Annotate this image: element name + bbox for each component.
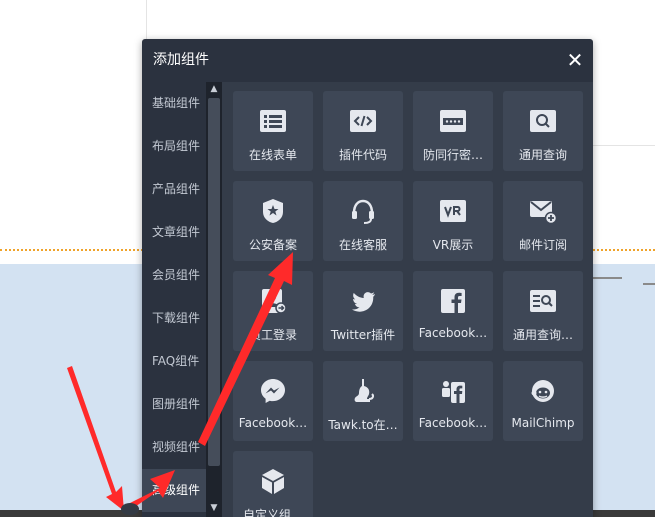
widget-general-query-list[interactable]: 通用查询…: [503, 271, 583, 351]
widget-label: 邮件订阅: [518, 238, 567, 252]
widget-label: Twitter插件: [330, 328, 396, 342]
widget-label: Facebook…: [418, 416, 488, 430]
widget-label: 公安备案: [248, 238, 297, 252]
sidebar-item-basic[interactable]: 基础组件: [142, 82, 206, 125]
close-button[interactable]: ✕: [565, 49, 585, 71]
messenger-icon: [261, 379, 285, 403]
widget-mail-subscribe[interactable]: 邮件订阅: [503, 181, 583, 261]
widget-label: 通用查询…: [512, 328, 573, 342]
widget-facebook-messenger[interactable]: Facebook…: [233, 361, 313, 441]
widget-custom[interactable]: 自定义组…: [233, 451, 313, 517]
widget-label: 员工登录: [248, 328, 297, 342]
widget-grid: 在线表单 插件代码 防同行密… 通用查询 公安备案 在线客服 VR展示 邮件订阅…: [222, 82, 593, 517]
widget-label: VR展示: [432, 238, 474, 252]
tawk-icon: [354, 379, 374, 402]
widget-staff-login[interactable]: 员工登录: [233, 271, 313, 351]
facebook-icon: [441, 289, 465, 313]
widget-vr-display[interactable]: VR展示: [413, 181, 493, 261]
scroll-down-icon[interactable]: ▼: [206, 501, 222, 515]
sidebar-item-faq[interactable]: FAQ组件: [142, 340, 206, 383]
sidebar-item-download[interactable]: 下载组件: [142, 297, 206, 340]
mail-add-icon: [530, 201, 557, 225]
widget-label: 在线表单: [248, 148, 297, 162]
widget-twitter[interactable]: Twitter插件: [323, 271, 403, 351]
widget-label: 防同行密…: [422, 148, 483, 162]
sidebar-item-gallery[interactable]: 图册组件: [142, 383, 206, 426]
query-list-icon: [530, 290, 556, 312]
scroll-thumb[interactable]: [208, 98, 220, 466]
mailchimp-icon: [531, 380, 554, 402]
widget-online-support[interactable]: 在线客服: [323, 181, 403, 261]
widget-police-record[interactable]: 公安备案: [233, 181, 313, 261]
category-sidebar: 基础组件 布局组件 产品组件 文章组件 会员组件 下载组件 FAQ组件 图册组件…: [142, 82, 206, 517]
page-divider: [146, 0, 147, 40]
facebook-group-icon: [442, 381, 465, 403]
password-icon: [440, 110, 466, 132]
sidebar-item-advanced[interactable]: 高级组件: [142, 469, 206, 512]
sidebar-item-article[interactable]: 文章组件: [142, 211, 206, 254]
sidebar-scrollbar[interactable]: ▲ ▼: [206, 82, 222, 517]
widget-label: 插件代码: [338, 148, 387, 162]
dialog-header: 添加组件 ✕: [142, 39, 593, 82]
widget-general-query[interactable]: 通用查询: [503, 91, 583, 171]
page-card: [590, 0, 655, 146]
widget-label: Tawk.to在…: [328, 418, 398, 432]
search-box-icon: [530, 110, 556, 132]
vr-icon: [440, 200, 466, 222]
widget-label: 通用查询: [518, 148, 567, 162]
sidebar-item-video[interactable]: 视频组件: [142, 426, 206, 469]
sidebar-item-product[interactable]: 产品组件: [142, 168, 206, 211]
add-widget-dialog: 添加组件 ✕ 基础组件 布局组件 产品组件 文章组件 会员组件 下载组件 FAQ…: [142, 39, 593, 517]
code-icon: [350, 110, 376, 132]
headset-icon: [352, 199, 374, 224]
widget-facebook[interactable]: Facebook…: [413, 271, 493, 351]
page-dash-mark: [643, 283, 655, 285]
widget-online-form[interactable]: 在线表单: [233, 91, 313, 171]
widget-mailchimp[interactable]: MailChimp: [503, 361, 583, 441]
widget-label: Facebook…: [238, 416, 308, 430]
page-dash-mark: [592, 277, 622, 279]
widget-label: MailChimp: [511, 416, 575, 430]
staff-login-icon: [262, 289, 287, 314]
widget-tawk-to[interactable]: Tawk.to在…: [323, 361, 403, 441]
police-badge-icon: [263, 199, 283, 223]
widget-plugin-code[interactable]: 插件代码: [323, 91, 403, 171]
dialog-title: 添加组件: [153, 52, 209, 68]
widget-facebook-group[interactable]: Facebook…: [413, 361, 493, 441]
widget-label: 在线客服: [338, 238, 387, 252]
widget-label: Facebook…: [418, 326, 488, 340]
sidebar-item-member[interactable]: 会员组件: [142, 254, 206, 297]
sidebar-item-layout[interactable]: 布局组件: [142, 125, 206, 168]
scroll-up-icon[interactable]: ▲: [206, 82, 222, 96]
cube-icon: [262, 469, 284, 494]
widget-anti-peer-password[interactable]: 防同行密…: [413, 91, 493, 171]
form-list-icon: [260, 110, 286, 132]
twitter-icon: [352, 292, 375, 312]
widget-label: 自定义组…: [242, 508, 303, 517]
